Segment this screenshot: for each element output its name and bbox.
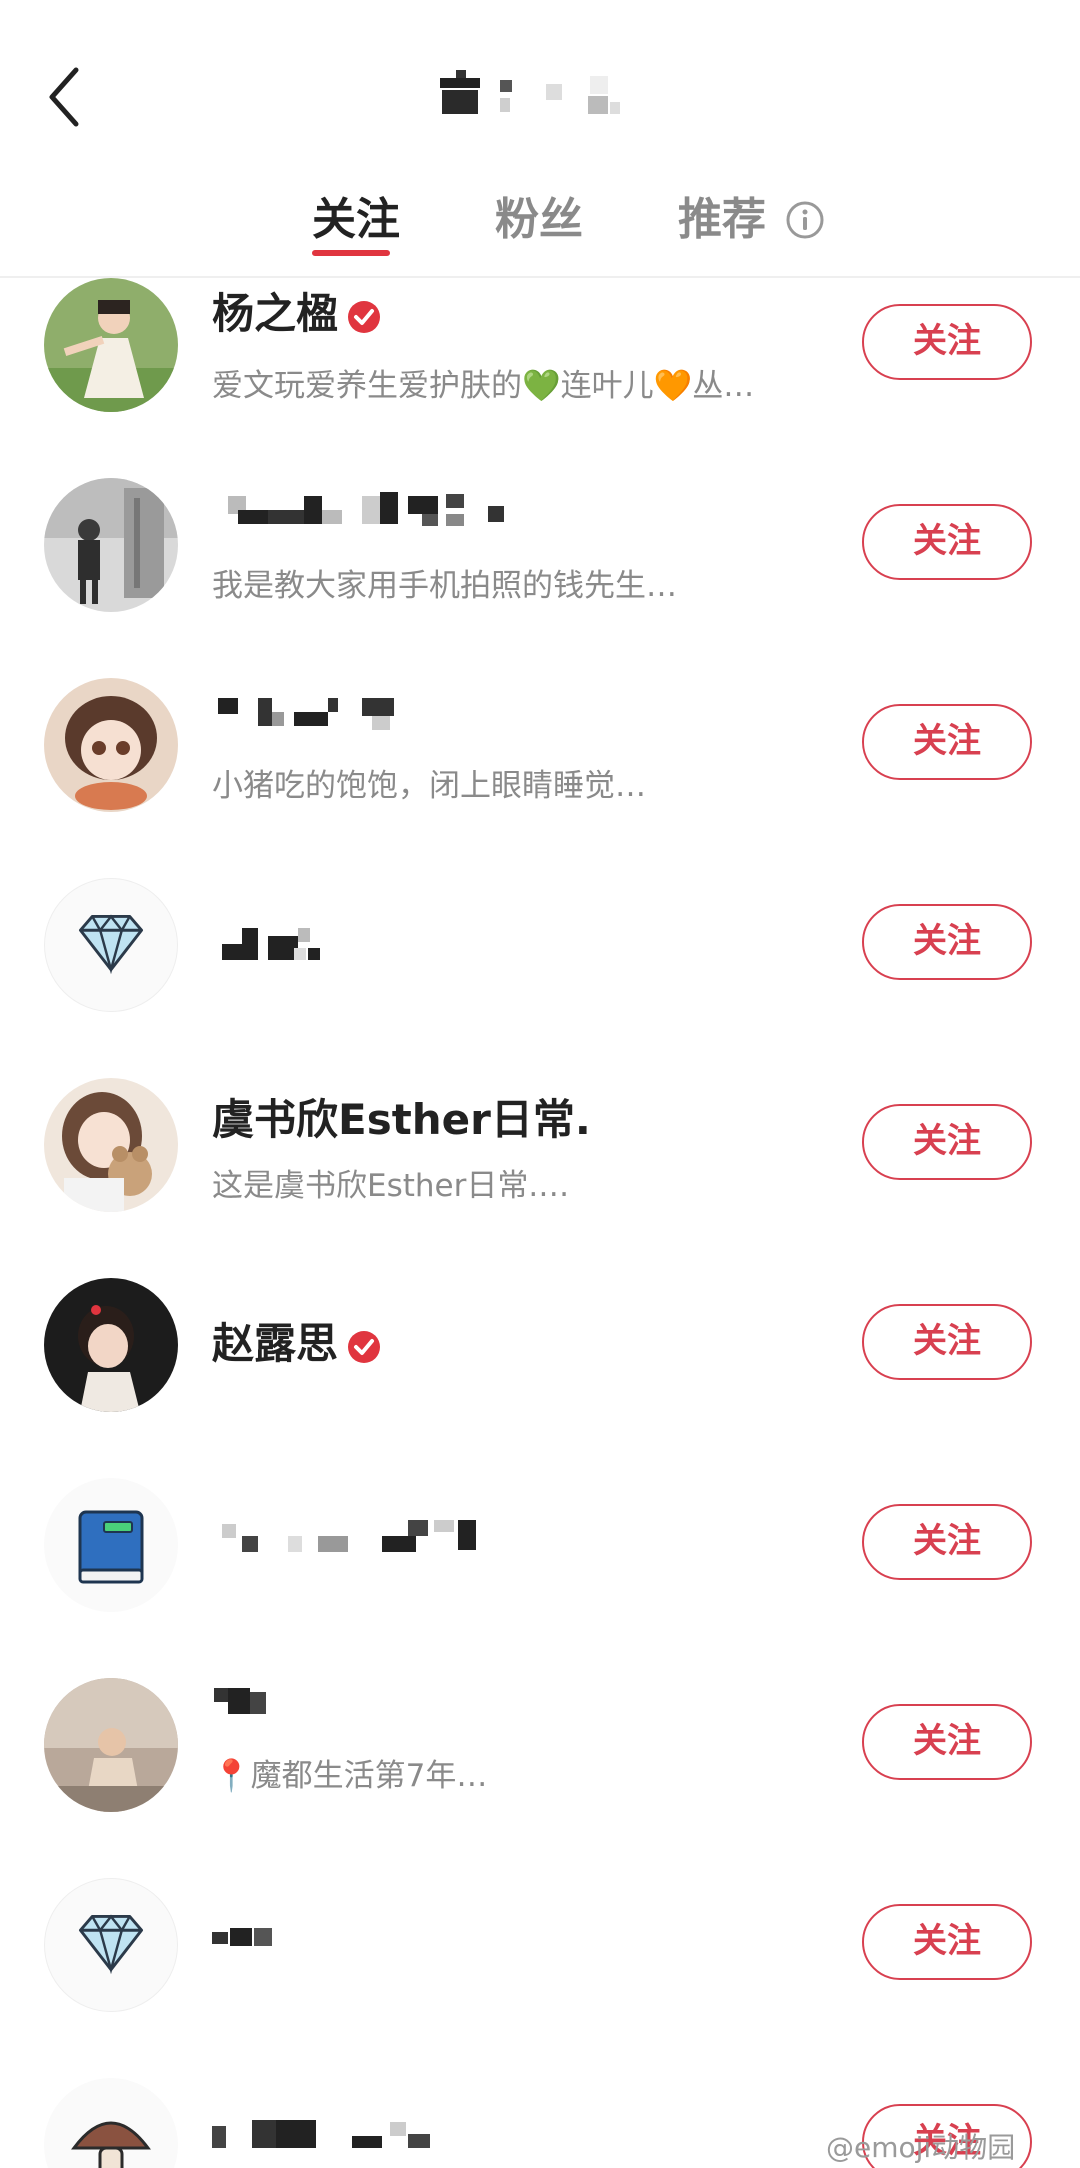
username-redacted bbox=[222, 1520, 476, 1552]
user-description: 我是教大家用手机拍照的钱先生… bbox=[212, 568, 677, 604]
follow-button[interactable]: 关注 bbox=[862, 904, 1032, 980]
follow-button[interactable]: 关注 bbox=[862, 1104, 1032, 1180]
avatar[interactable] bbox=[44, 478, 178, 612]
avatar[interactable] bbox=[44, 1278, 178, 1412]
tab-following[interactable]: 关注 bbox=[312, 180, 400, 260]
username-redacted bbox=[228, 492, 504, 526]
mushroom-icon bbox=[71, 2121, 151, 2168]
avatar[interactable] bbox=[44, 1678, 178, 1812]
tab-bar: 关注 粉丝 推荐 bbox=[0, 180, 1080, 270]
user-row[interactable]: 关注 bbox=[0, 848, 1080, 1048]
tab-recommended[interactable]: 推荐 bbox=[678, 180, 766, 260]
username-redacted bbox=[212, 2120, 430, 2148]
user-row[interactable]: 我是教大家用手机拍照的钱先生… 关注 bbox=[0, 448, 1080, 648]
avatar[interactable] bbox=[44, 1078, 178, 1212]
user-row[interactable]: 关注 bbox=[0, 1448, 1080, 1648]
username-redacted bbox=[214, 1688, 266, 1714]
diamond-icon bbox=[78, 1914, 144, 1975]
user-row[interactable]: 关注 bbox=[0, 1848, 1080, 2048]
avatar[interactable] bbox=[44, 878, 178, 1012]
tab-fans[interactable]: 粉丝 bbox=[495, 180, 583, 260]
avatar[interactable] bbox=[44, 678, 178, 812]
back-button[interactable] bbox=[40, 62, 100, 132]
user-row[interactable]: 杨之楹 爱文玩爱养生爱护肤的💚连叶儿🧡丛… 关注 bbox=[0, 278, 1080, 448]
avatar[interactable] bbox=[44, 278, 178, 412]
follow-button[interactable]: 关注 bbox=[862, 1504, 1032, 1580]
book-icon bbox=[78, 1510, 144, 1584]
following-list: 杨之楹 爱文玩爱养生爱护肤的💚连叶儿🧡丛… 关注 我是教大家用手机拍照的钱先生…… bbox=[0, 278, 1080, 2168]
username[interactable]: 赵露思 bbox=[212, 1310, 382, 1371]
username[interactable]: 虞书欣Esther日常. bbox=[212, 1086, 591, 1147]
follow-button[interactable]: 关注 bbox=[862, 1304, 1032, 1380]
user-row[interactable]: 📍魔都生活第7年… 关注 bbox=[0, 1648, 1080, 1848]
avatar[interactable] bbox=[44, 2078, 178, 2168]
username-redacted bbox=[222, 928, 320, 960]
active-tab-indicator bbox=[312, 250, 390, 256]
user-row[interactable]: 赵露思 关注 bbox=[0, 1248, 1080, 1448]
username-redacted bbox=[212, 1928, 272, 1946]
follow-button[interactable]: 关注 bbox=[862, 704, 1032, 780]
user-description: 📍魔都生活第7年… bbox=[212, 1758, 488, 1794]
avatar[interactable] bbox=[44, 1878, 178, 2012]
user-row[interactable]: 小猪吃的饱饱，闭上眼睛睡觉… 关注 bbox=[0, 648, 1080, 848]
top-bar: 关注 粉丝 推荐 bbox=[0, 0, 1080, 278]
follow-button[interactable]: 关注 bbox=[862, 1704, 1032, 1780]
user-description: 小猪吃的饱饱，闭上眼睛睡觉… bbox=[212, 768, 646, 804]
verified-badge-icon bbox=[348, 1330, 381, 1363]
diamond-icon bbox=[78, 914, 144, 975]
watermark: @emoji动物园 bbox=[826, 2131, 1016, 2164]
follow-button[interactable]: 关注 bbox=[862, 1904, 1032, 1980]
username[interactable]: 杨之楹 bbox=[212, 280, 382, 341]
page-title-redacted bbox=[440, 70, 620, 114]
user-description: 爱文玩爱养生爱护肤的💚连叶儿🧡丛… bbox=[212, 368, 755, 404]
follow-button[interactable]: 关注 bbox=[862, 504, 1032, 580]
user-description: 这是虞书欣Esther日常.… bbox=[212, 1168, 570, 1204]
info-circle-icon[interactable] bbox=[785, 200, 825, 240]
chevron-left-icon bbox=[49, 67, 79, 127]
user-row[interactable]: 虞书欣Esther日常. 这是虞书欣Esther日常.… 关注 bbox=[0, 1048, 1080, 1248]
username-redacted bbox=[218, 698, 394, 730]
verified-badge-icon bbox=[348, 300, 381, 333]
avatar[interactable] bbox=[44, 1478, 178, 1612]
follow-button[interactable]: 关注 bbox=[862, 304, 1032, 380]
